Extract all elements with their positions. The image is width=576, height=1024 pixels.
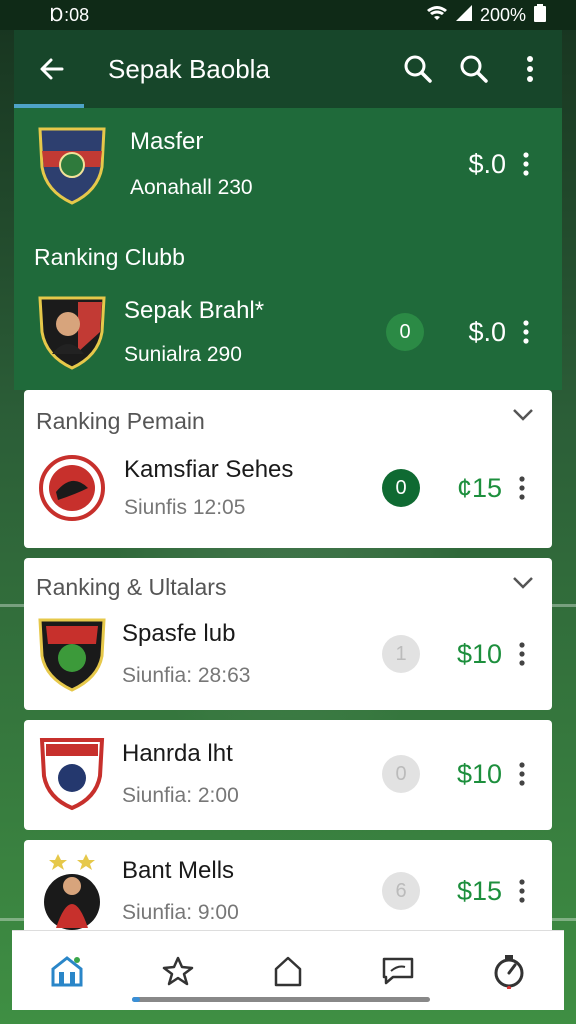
- signal-icon: [455, 4, 472, 26]
- list-item[interactable]: Hanrda lht Siunfia: 2:00 0 $10: [24, 734, 552, 814]
- section-title: Ranking Clubb: [34, 244, 185, 270]
- list-item[interactable]: Spasfe lub Siunfia: 28:63 1 $10: [24, 614, 552, 694]
- app-bar: Sepak Baobla: [14, 30, 562, 108]
- club-crest-icon: [34, 294, 110, 370]
- club-crest-icon: [36, 850, 108, 932]
- more-vert-icon[interactable]: [502, 762, 542, 786]
- featured-panel: Masfer Aonahall 230 $.0 Ranking Clubb Se…: [14, 108, 562, 390]
- item-name: Spasfe lub: [122, 620, 236, 647]
- item-name: Bant Mells: [122, 857, 235, 884]
- status-time: Ɒ:08: [50, 4, 90, 25]
- rank-badge: 0: [382, 755, 420, 793]
- star-icon[interactable]: [148, 941, 208, 1001]
- club-crest-icon: [36, 734, 108, 814]
- club-crest-icon: [34, 126, 110, 205]
- item-name: Kamsfiar Sehes: [124, 456, 294, 483]
- item-name: Masfer: [130, 128, 204, 155]
- nav-home-active-icon[interactable]: [37, 941, 97, 1001]
- item-subtitle: Siunfia: 2:00: [122, 784, 239, 807]
- list-item[interactable]: Bant Mells Siunfia: 9:00 6 $15: [24, 850, 552, 932]
- battery-level: 200%: [479, 4, 526, 25]
- timer-icon[interactable]: [479, 941, 539, 1001]
- item-price: ¢15: [456, 472, 502, 503]
- list-item[interactable]: Sepak Brahl* Sunialra 290 0 $.0: [14, 294, 562, 370]
- ranking-card: Ranking Pemain Kamsfiar Sehes Siunfis 12…: [24, 390, 552, 548]
- more-vert-icon[interactable]: [506, 152, 546, 176]
- item-price: $10: [456, 758, 502, 789]
- item-subtitle: Aonahall 230: [130, 176, 253, 199]
- back-arrow-icon[interactable]: [24, 41, 80, 97]
- section-title: Ranking Pemain: [36, 408, 205, 434]
- rank-badge: 6: [382, 872, 420, 910]
- item-subtitle: Siunfis 12:05: [124, 496, 246, 519]
- scroll-indicator[interactable]: [132, 997, 430, 1002]
- rank-badge: 0: [382, 469, 420, 507]
- item-name: Hanrda lht: [122, 740, 233, 767]
- status-bar: Ɒ:08 200%: [0, 0, 576, 30]
- battery-icon: [534, 3, 546, 27]
- list-item[interactable]: Kamsfiar Sehes Siunfis 12:05 0 ¢15: [24, 454, 552, 522]
- search-icon[interactable]: [390, 41, 446, 97]
- club-crest-icon: [38, 454, 106, 522]
- item-subtitle: Siunfia: 9:00: [122, 901, 239, 924]
- more-vert-icon[interactable]: [502, 41, 558, 97]
- more-vert-icon[interactable]: [502, 879, 542, 903]
- list-item[interactable]: Masfer Aonahall 230 $.0: [14, 126, 562, 205]
- item-price: $.0: [468, 316, 506, 347]
- club-crest-icon: [36, 614, 108, 694]
- chevron-down-icon[interactable]: [512, 576, 534, 595]
- more-vert-icon[interactable]: [506, 320, 546, 344]
- ranking-card: Hanrda lht Siunfia: 2:00 0 $10: [24, 720, 552, 830]
- item-price: $.0: [468, 148, 506, 179]
- search-icon[interactable]: [446, 41, 502, 97]
- item-price: $15: [456, 875, 502, 906]
- section-title: Ranking & Ultalars: [36, 574, 227, 600]
- item-subtitle: Sunialra 290: [124, 343, 242, 366]
- ranking-card: Ranking & Ultalars Spasfe lub Siunfia: 2…: [24, 558, 552, 710]
- item-subtitle: Siunfia: 28:63: [122, 664, 251, 687]
- page-title: Sepak Baobla: [108, 53, 270, 84]
- item-price: $10: [456, 638, 502, 669]
- more-vert-icon[interactable]: [502, 476, 542, 500]
- chat-icon[interactable]: [368, 941, 428, 1001]
- rank-badge: 1: [382, 635, 420, 673]
- home-icon[interactable]: [258, 941, 318, 1001]
- item-name: Sepak Brahl*: [124, 297, 265, 324]
- chevron-down-icon[interactable]: [512, 408, 534, 427]
- more-vert-icon[interactable]: [502, 642, 542, 666]
- wifi-icon: [426, 5, 448, 26]
- rank-badge: 0: [386, 313, 424, 351]
